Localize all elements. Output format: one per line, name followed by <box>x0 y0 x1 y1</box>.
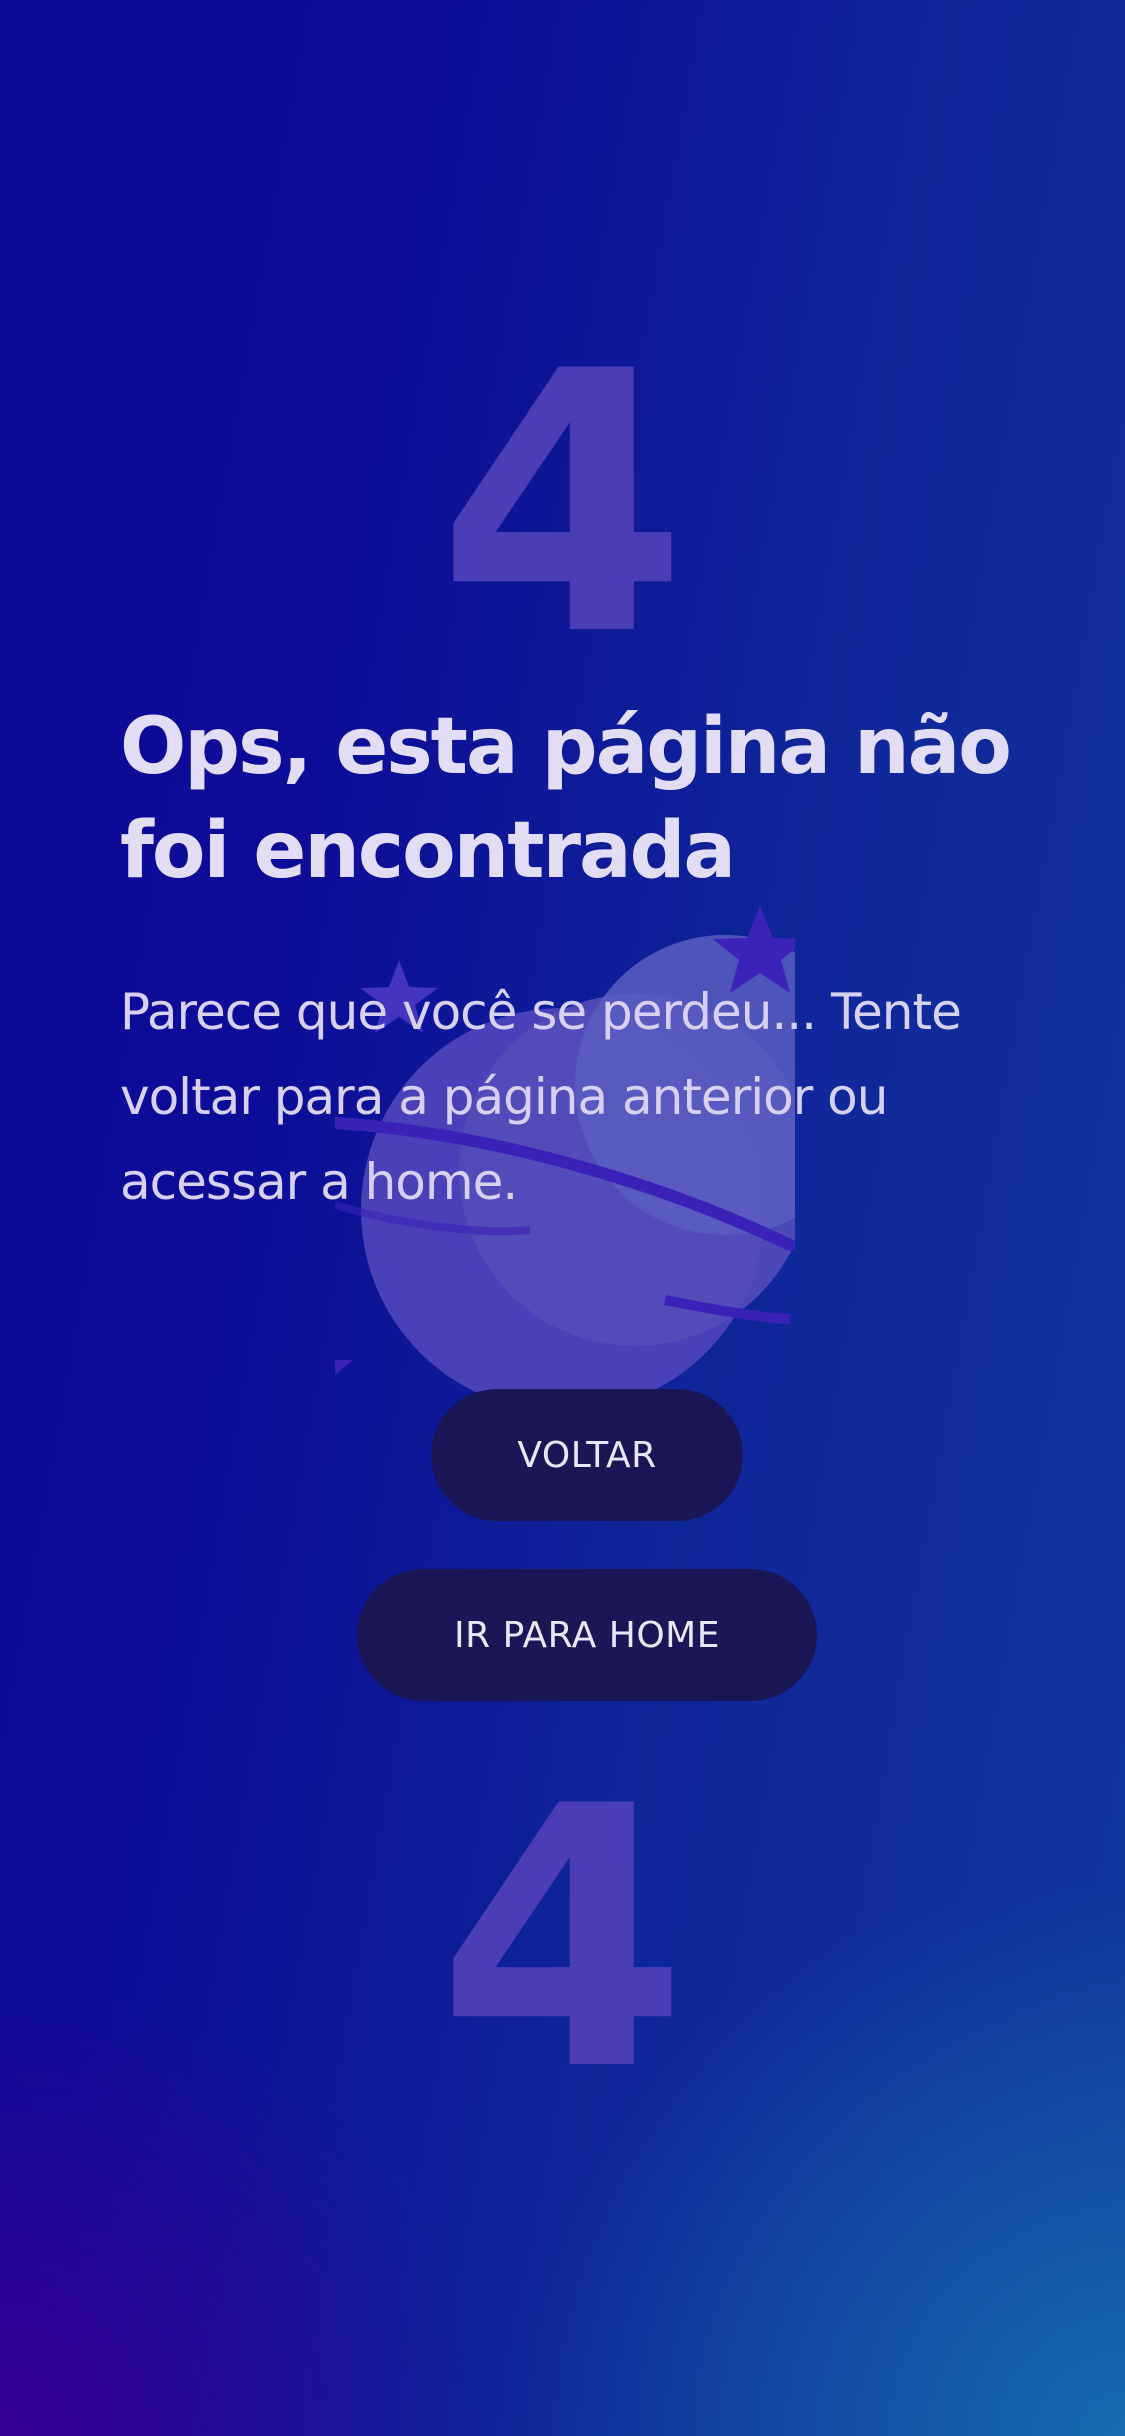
not-found-page: 4 Ops, esta página não foi encontrada Pa… <box>0 0 1125 2436</box>
page-description: Parece que você se perdeu... Tente volta… <box>120 983 962 1211</box>
error-digit-bottom: 4 <box>437 1730 688 2149</box>
back-button[interactable]: VOLTAR <box>431 1389 743 1521</box>
error-digit-top: 4 <box>437 295 688 714</box>
page-title: Ops, esta página não foi encontrada <box>120 702 1012 896</box>
go-home-button[interactable]: IR PARA HOME <box>357 1569 817 1701</box>
